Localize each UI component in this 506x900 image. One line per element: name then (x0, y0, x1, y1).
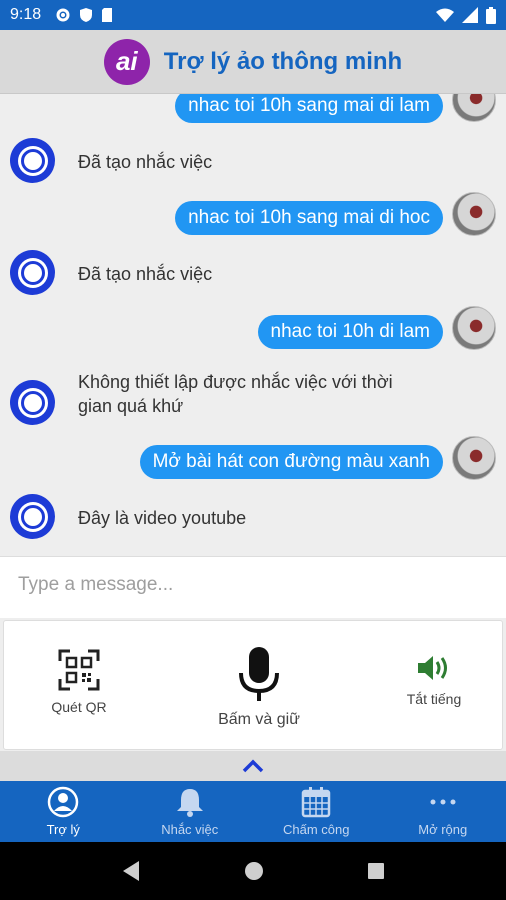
bottom-nav: Trợ lý Nhắc việc Chấm công Mở rộng (0, 781, 506, 842)
user-circle-icon (48, 786, 79, 818)
user-avatar (452, 306, 496, 350)
mute-label: Tắt tiếng (406, 691, 462, 707)
collapse-panel-toggle[interactable] (0, 751, 506, 781)
qr-code-icon (58, 649, 100, 691)
page-title: Trợ lý ảo thông minh (163, 47, 403, 75)
back-icon[interactable] (121, 860, 141, 882)
microphone-icon (239, 647, 279, 701)
nav-label: Mở rộng (418, 822, 468, 837)
bot-message-text: Đã tạo nhắc việc (68, 150, 428, 174)
system-nav-bar (0, 842, 506, 900)
nav-label: Trợ lý (46, 822, 80, 837)
bot-message-text: Không thiết lập được nhắc việc với thời … (68, 370, 428, 418)
shield-icon (80, 8, 93, 22)
user-avatar (452, 94, 496, 122)
app-header: ai Trợ lý ảo thông minh (0, 30, 506, 94)
bot-message-text: Đã tạo nhắc việc (68, 262, 428, 286)
nav-item-nhac-viec[interactable]: Nhắc việc (127, 781, 254, 842)
nav-item-mo-rong[interactable]: Mở rộng (380, 781, 506, 842)
more-dots-icon (430, 799, 456, 805)
nav-item-cham-cong[interactable]: Chấm công (253, 781, 380, 842)
status-time: 9:18 (10, 6, 42, 23)
user-message-bubble[interactable]: nhac toi 10h sang mai di lam (175, 94, 443, 123)
app-logo: ai (103, 38, 150, 85)
user-message-bubble[interactable]: nhac toi 10h sang mai di hoc (175, 201, 443, 235)
action-panel: Quét QR Bấm và giữ Tắt tiếng (3, 620, 503, 750)
wifi-icon (436, 8, 454, 22)
user-message-bubble[interactable]: nhac toi 10h di lam (257, 315, 443, 349)
home-icon[interactable] (244, 861, 264, 881)
nav-item-tro-ly[interactable]: Trợ lý (0, 781, 127, 842)
scan-qr-button[interactable]: Quét QR (34, 649, 124, 715)
bot-avatar (10, 138, 55, 183)
battery-icon (486, 6, 496, 24)
bell-icon (176, 789, 203, 817)
status-bar: 9:18 (0, 0, 506, 30)
message-input[interactable] (18, 557, 498, 613)
nav-label: Chấm công (283, 822, 350, 837)
speaker-icon (418, 656, 447, 680)
bot-avatar (10, 250, 55, 295)
scan-qr-label: Quét QR (51, 699, 107, 715)
bot-message-text: Đây là video youtube (68, 506, 428, 530)
bot-avatar (10, 494, 55, 539)
microphone-label: Bấm và giữ (218, 711, 300, 728)
recents-icon[interactable] (367, 862, 385, 880)
mute-button[interactable]: Tắt tiếng (384, 653, 484, 707)
user-avatar (452, 436, 496, 480)
user-message-bubble[interactable]: Mở bài hát con đường màu xanh (139, 445, 443, 479)
nav-label: Nhắc việc (161, 822, 219, 837)
microphone-button[interactable]: Bấm và giữ (194, 645, 324, 729)
chat-list[interactable]: nhac toi 10h sang mai di lam Đã tạo nhắc… (0, 94, 506, 556)
chevron-up-icon (242, 759, 264, 773)
signal-icon (462, 7, 478, 23)
message-composer (0, 556, 506, 618)
gear-icon (56, 8, 70, 22)
user-avatar (452, 192, 496, 236)
sd-card-icon (102, 8, 113, 22)
bot-avatar (10, 380, 55, 425)
calendar-icon (302, 787, 331, 818)
